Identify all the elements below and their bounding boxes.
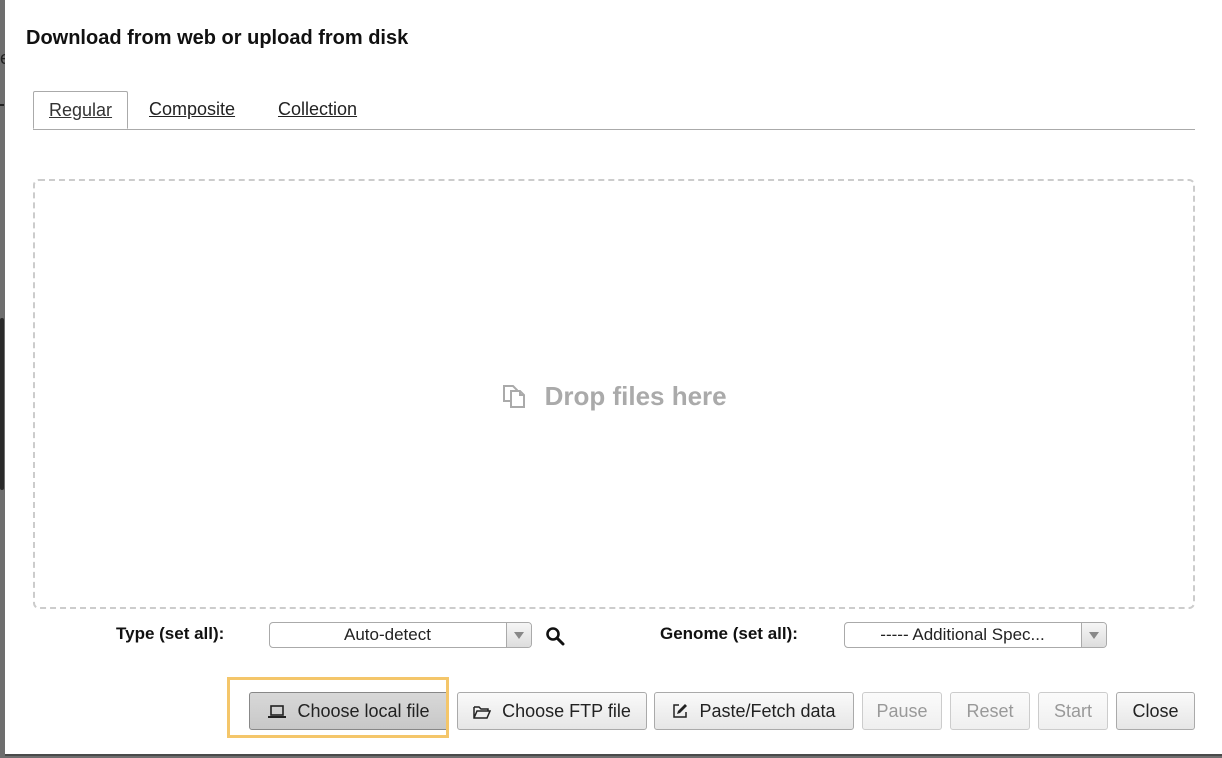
background-panel-fragment xyxy=(0,318,4,490)
tab-regular[interactable]: Regular xyxy=(33,91,129,129)
background-link-fragment xyxy=(0,84,4,106)
paste-fetch-button[interactable]: Paste/Fetch data xyxy=(654,692,854,730)
chevron-down-icon xyxy=(506,623,531,647)
choose-local-file-label: Choose local file xyxy=(297,701,430,721)
tab-composite[interactable]: Composite xyxy=(134,91,250,128)
drop-message: Drop files here xyxy=(35,381,1193,412)
folder-open-icon xyxy=(473,701,502,721)
choose-ftp-file-button[interactable]: Choose FTP file xyxy=(457,692,647,730)
choose-ftp-file-label: Choose FTP file xyxy=(502,701,631,721)
genome-select-value: ----- Additional Spec... xyxy=(880,625,1045,644)
chevron-down-icon xyxy=(1081,623,1106,647)
type-select[interactable]: Auto-detect xyxy=(269,622,532,648)
genome-label: Genome (set all): xyxy=(660,624,798,643)
choose-local-file-button[interactable]: Choose local file xyxy=(249,692,449,730)
tab-collection[interactable]: Collection xyxy=(263,91,372,128)
drop-message-text: Drop files here xyxy=(544,381,727,411)
close-button[interactable]: Close xyxy=(1116,692,1195,730)
search-icon[interactable] xyxy=(545,626,565,651)
tab-bar: Regular Composite Collection xyxy=(33,91,1195,130)
type-label: Type (set all): xyxy=(116,624,225,643)
dialog-title: Download from web or upload from disk xyxy=(26,27,409,49)
copy-files-icon xyxy=(501,381,544,411)
paste-fetch-label: Paste/Fetch data xyxy=(699,701,836,721)
start-button[interactable]: Start xyxy=(1038,692,1108,730)
laptop-icon xyxy=(268,701,297,721)
edit-icon xyxy=(672,701,699,721)
pause-button[interactable]: Pause xyxy=(862,692,942,730)
type-select-value: Auto-detect xyxy=(344,625,431,644)
reset-button[interactable]: Reset xyxy=(950,692,1030,730)
genome-select[interactable]: ----- Additional Spec... xyxy=(844,622,1107,648)
upload-dialog: Download from web or upload from disk Re… xyxy=(5,0,1222,756)
drop-zone[interactable]: Drop files here xyxy=(33,179,1195,609)
